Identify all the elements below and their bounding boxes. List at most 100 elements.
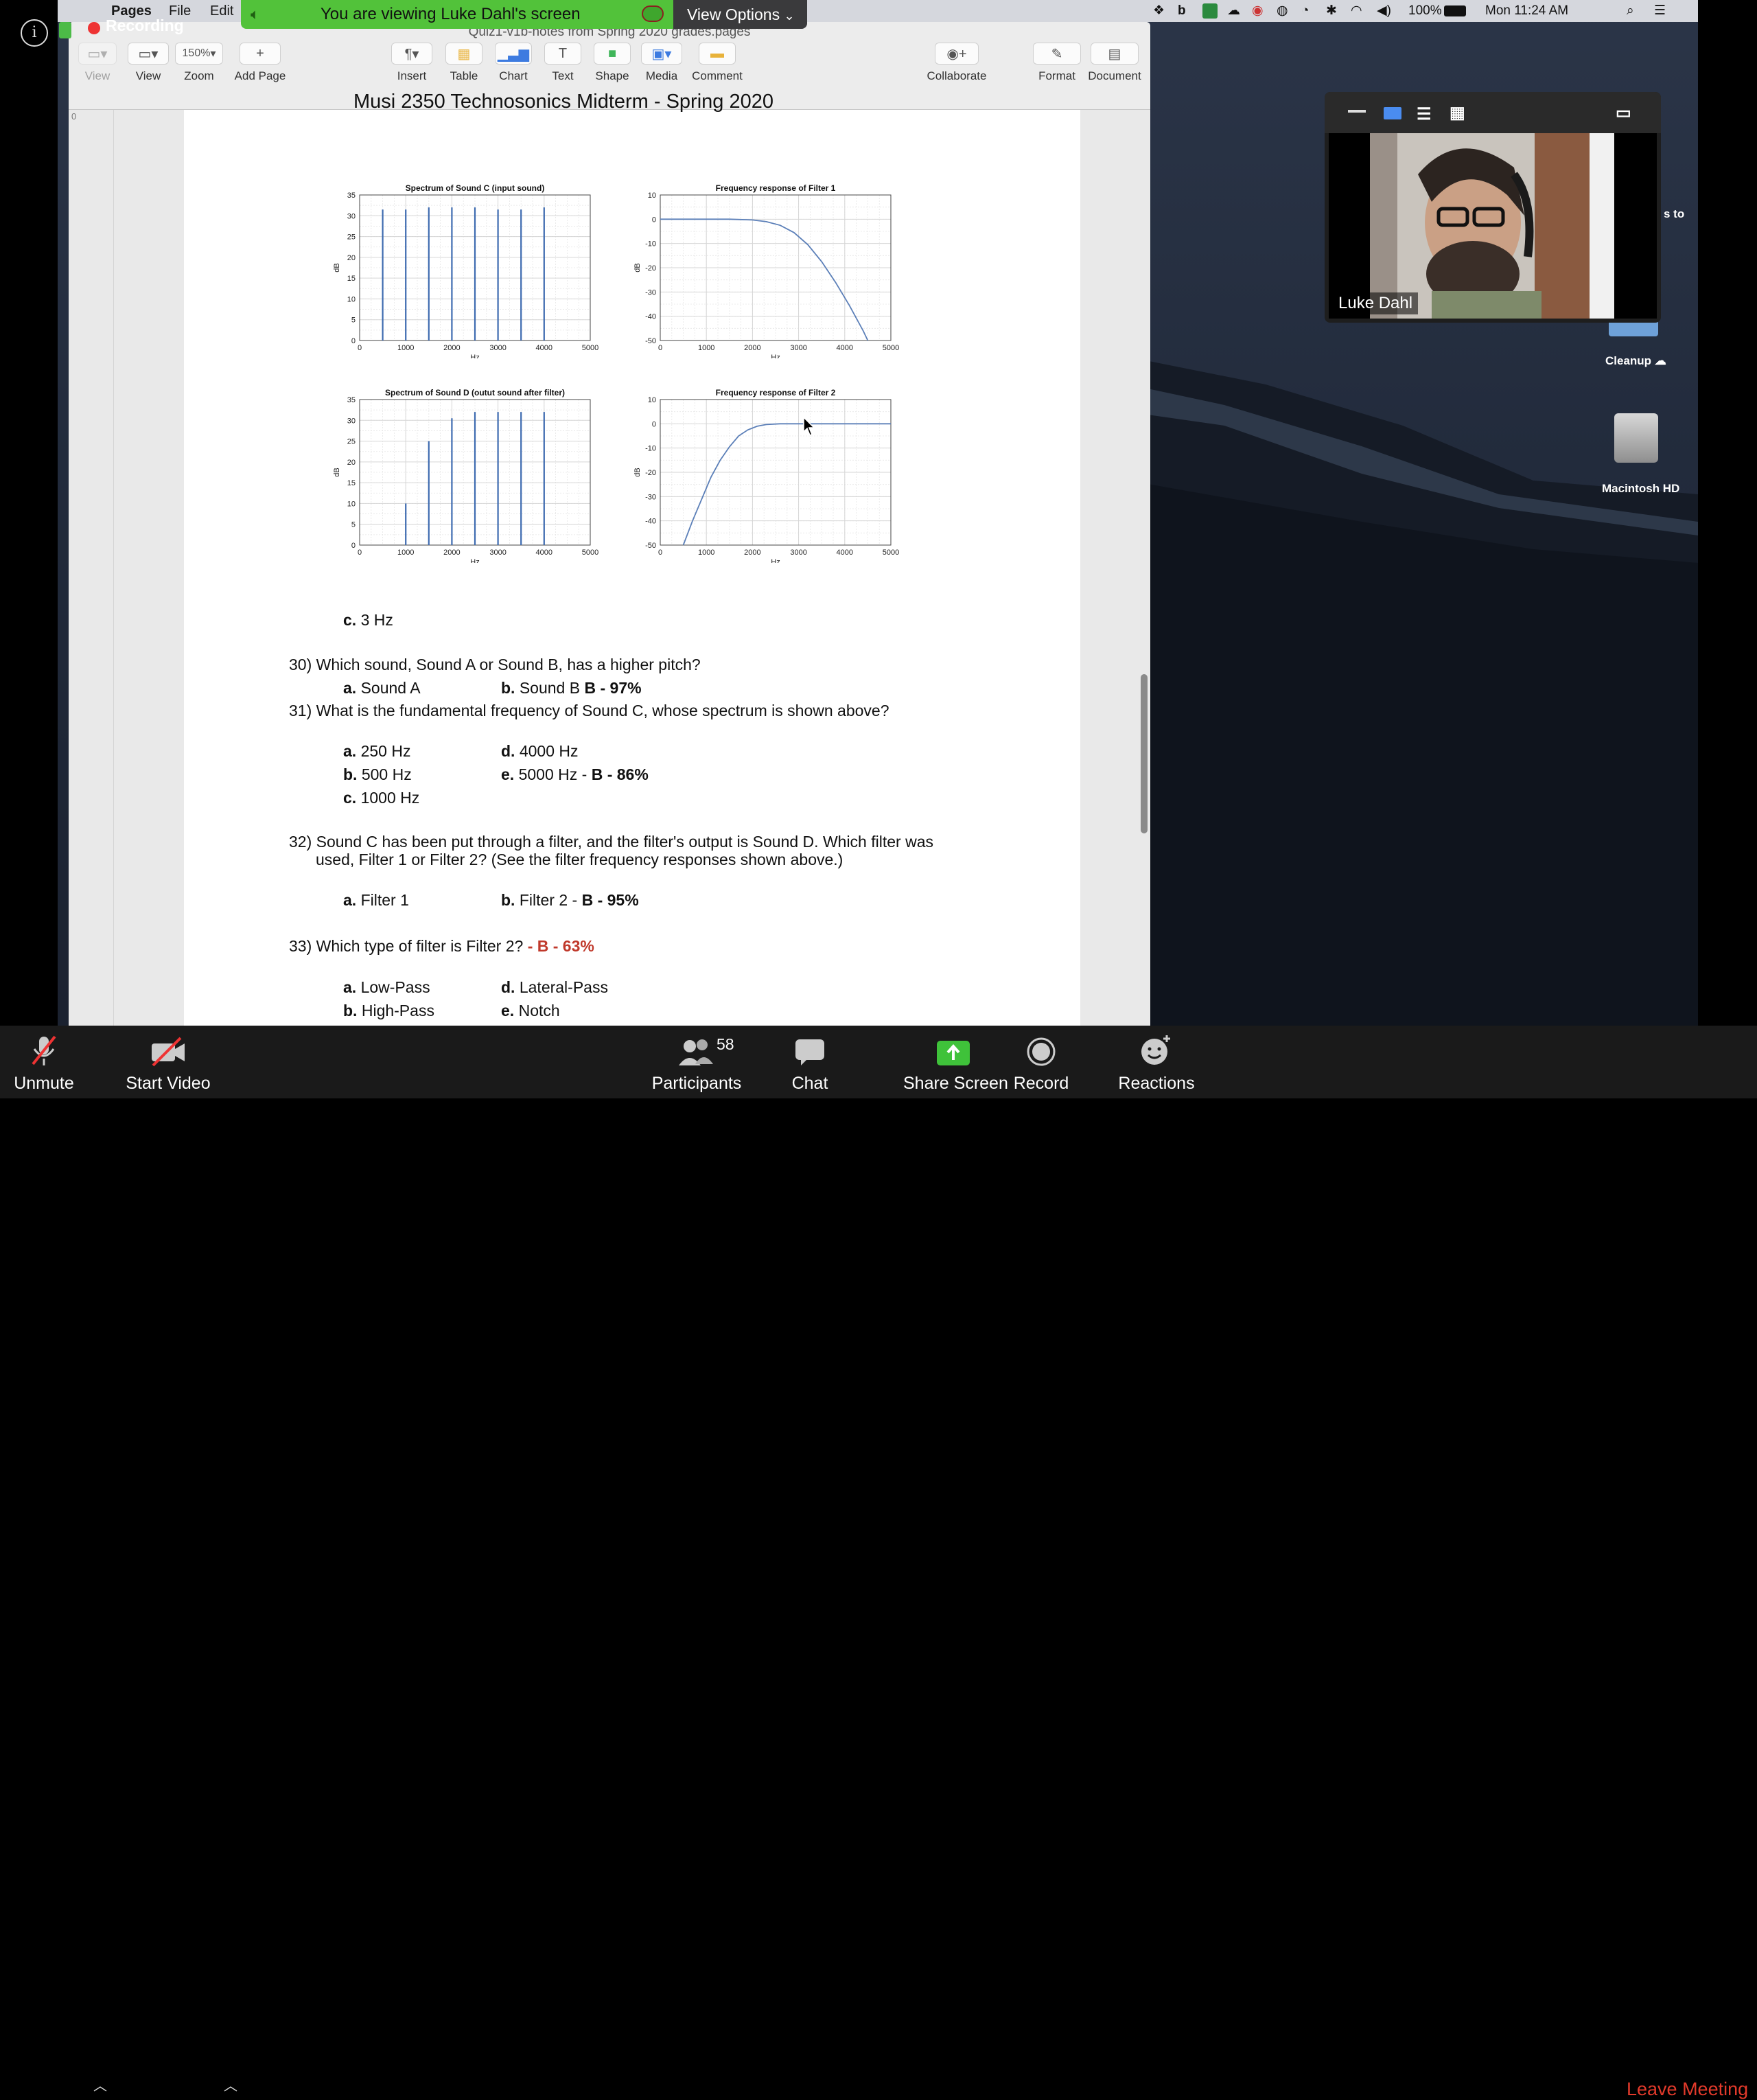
participant-count: 58 [717, 1035, 734, 1053]
reactions-icon [1141, 1035, 1170, 1065]
green-app-icon[interactable] [1202, 3, 1218, 19]
x-tick-label: 0 [658, 549, 662, 557]
hard-drive-icon[interactable] [1614, 413, 1658, 463]
sidebar-view-button[interactable]: ▭▾ View [77, 43, 118, 83]
desktop-partial-text: s to [1664, 207, 1685, 220]
dropbox-icon[interactable]: ❖ [1153, 2, 1165, 20]
document-button[interactable]: ▤ Document [1086, 43, 1143, 83]
plus-icon: + [240, 43, 281, 65]
collaborate-button[interactable]: ◉+ Collaborate [914, 43, 999, 83]
x-axis-label: Hz [470, 558, 479, 563]
add-page-button[interactable]: + Add Page [229, 43, 291, 83]
x-tick-label: 5000 [582, 549, 598, 557]
table-button[interactable]: ▦ Table [439, 43, 489, 83]
y-tick-label: -30 [645, 493, 656, 501]
reactions-button[interactable]: Reactions [1116, 1026, 1197, 1098]
time-machine-icon[interactable]: ◔ [1301, 2, 1309, 20]
battery-icon[interactable] [1444, 5, 1466, 16]
y-tick-label: 20 [347, 459, 356, 467]
q31-option-c: c. 1000 Hz [343, 789, 420, 807]
y-axis-label: dB [333, 263, 341, 272]
x-tick-label: 5000 [883, 344, 899, 352]
q33-option-b: b. High-Pass [343, 1002, 434, 1019]
participant-video-frame [1329, 133, 1657, 319]
share-screen-icon [937, 1041, 970, 1065]
q30-question: 30) Which sound, Sound A or Sound B, has… [289, 656, 701, 673]
gallery-view-icon[interactable]: ▦ [1450, 103, 1465, 123]
leave-meeting-button[interactable]: Leave Meeting [1627, 2079, 1748, 2100]
participants-button[interactable]: 58 Participants [645, 1026, 748, 1098]
y-tick-label: 5 [351, 316, 356, 325]
q33-option-e: e. Notch [501, 1002, 560, 1019]
format-button[interactable]: ✎ Format [1031, 43, 1083, 83]
menubar-clock[interactable]: Mon 11:24 AM [1485, 2, 1568, 20]
x-axis-label: Hz [771, 354, 780, 358]
video-options-chevron-icon[interactable]: ︿ [224, 2075, 237, 2095]
q30-option-a: a. Sound A [343, 679, 421, 697]
strip-view-icon[interactable]: ☰ [1417, 104, 1432, 124]
pages-badge-icon [59, 22, 71, 38]
media-icon: ▣▾ [641, 43, 682, 65]
media-button[interactable]: ▣▾ Media [637, 43, 686, 83]
chart-title: Spectrum of Sound D (outut sound after f… [385, 388, 565, 397]
y-axis-label: dB [333, 468, 341, 476]
volume-icon[interactable]: ◀) [1377, 2, 1391, 20]
viewing-banner: 🔈︎ You are viewing Luke Dahl's screen [241, 0, 673, 29]
q29-option-c: c. 3 Hz [343, 611, 393, 629]
record-button[interactable]: Record [1010, 1026, 1072, 1098]
minimize-icon[interactable] [1348, 110, 1366, 113]
x-axis-label: Hz [771, 558, 780, 563]
x-tick-label: 4000 [837, 549, 853, 557]
y-tick-label: 10 [648, 192, 656, 200]
chart-filter-2-response: Frequency response of Filter 2 0 1000 2000 3… [633, 388, 899, 563]
menu-edit[interactable]: Edit [210, 2, 233, 20]
audio-options-chevron-icon[interactable]: ︿ [93, 2075, 107, 2095]
q33-question: 33) Which type of filter is Filter 2? - … [289, 937, 594, 955]
vertical-scrollbar[interactable] [1141, 674, 1148, 833]
bluetooth-icon[interactable]: ✱ [1326, 2, 1337, 20]
y-tick-label: 30 [347, 417, 356, 425]
creative-cloud-icon[interactable]: ☁ [1227, 2, 1240, 20]
meeting-info-icon[interactable]: i [21, 19, 48, 47]
comment-button[interactable]: ▬ Comment [686, 43, 748, 83]
notification-center-icon[interactable]: ☰ [1654, 2, 1666, 20]
spotlight-search-icon[interactable]: ⌕ [1627, 2, 1634, 20]
video-panel-controls: ☰ ▦ ▭ [1325, 92, 1661, 133]
zoom-button[interactable]: 150% ▾ Zoom [174, 43, 224, 83]
video-panel[interactable]: ☰ ▦ ▭ Luke Dahl [1325, 92, 1661, 323]
video-off-icon [152, 1037, 185, 1067]
y-tick-label: 25 [347, 438, 356, 446]
vpn-icon[interactable]: ◍ [1277, 2, 1288, 20]
battery-percent: 100% [1408, 3, 1442, 18]
y-tick-label: 15 [347, 479, 356, 487]
speaker-view-icon[interactable] [1384, 107, 1401, 119]
q32-result: B - 95% [581, 891, 639, 909]
q31-option-d: d. 4000 Hz [501, 742, 579, 760]
chat-button[interactable]: Chat [782, 1026, 837, 1098]
y-tick-label: 15 [347, 275, 356, 283]
view-options-button[interactable]: View Options ⌄ [673, 0, 807, 29]
q30-option-b: b. Sound B B - 97% [501, 679, 642, 697]
shared-screen: s to Cleanup ☁ Macintosh HD Pages File E… [0, 0, 1757, 1026]
shape-button[interactable]: ■ Shape [587, 43, 637, 83]
chart-button[interactable]: ▁▃▆ Chart [489, 43, 538, 83]
comment-icon: ▬ [699, 43, 736, 65]
exit-fullscreen-icon[interactable]: ▭ [1616, 103, 1631, 123]
text-button[interactable]: T Text [538, 43, 587, 83]
x-tick-label: 0 [358, 549, 362, 557]
start-video-button[interactable]: Start Video [124, 1026, 213, 1098]
view-button[interactable]: ▭▾ View [126, 43, 170, 83]
wifi-icon[interactable]: ◠ [1351, 2, 1362, 20]
y-tick-label: -50 [645, 542, 656, 550]
b-app-icon[interactable]: b [1178, 2, 1186, 20]
chart-grid [660, 399, 892, 546]
unmute-button[interactable]: Unmute [7, 1026, 81, 1098]
record-app-icon[interactable]: ◉ [1252, 2, 1264, 20]
insert-button[interactable]: ¶▾ Insert [384, 43, 439, 83]
chart-icon: ▁▃▆ [495, 43, 532, 65]
share-screen-button[interactable]: Share Screen [903, 1026, 1008, 1098]
mouse-cursor-icon [803, 417, 815, 436]
participants-icon [679, 1039, 713, 1065]
pages-window: Quiz1-v1b-notes from Spring 2020 grades.… [69, 22, 1150, 1026]
x-tick-label: 0 [358, 344, 362, 352]
